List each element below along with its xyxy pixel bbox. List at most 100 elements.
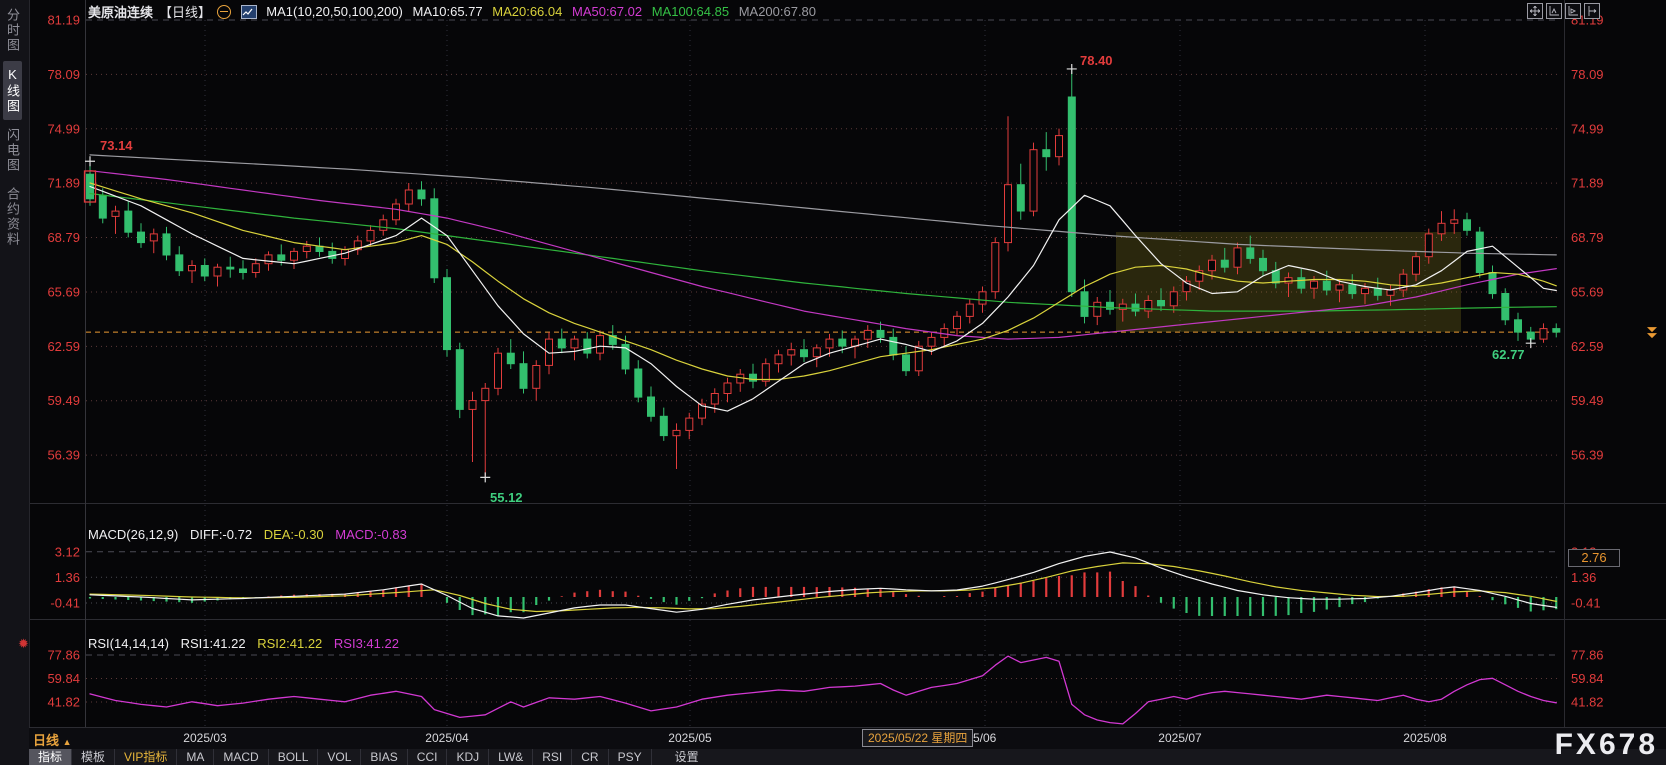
toolbar-item-10[interactable]: LW& [489,749,534,765]
ma-group-label: MA1(10,20,50,100,200) [266,4,403,19]
trading-app-window: 81.19 81.19 78.09 78.09 74.99 74.99 71.89 71.89… [0,0,1666,765]
toolbar-item-6[interactable]: VOL [318,749,362,765]
axis-right-macd-1: 1.36 [1571,570,1596,585]
axis-left-main-6: 62.59 [47,339,80,354]
period-label: 【日线】 [159,5,212,20]
toolbar-item-7[interactable]: BIAS [361,749,408,765]
axis-left-main-8: 56.39 [47,448,80,463]
period-selector[interactable]: 日线 ▲ [33,730,72,749]
axis-left-rsi-0: 77.86 [47,648,80,663]
dropdown-up-icon: ▲ [62,737,72,747]
macd-params: MACD(26,12,9) [88,527,179,542]
axis-left-main-2: 74.99 [47,121,80,136]
cursor-date-badge: 2025/05/22 星期四 [862,729,974,747]
last-low-cross-icon [1525,338,1536,349]
axis-left-rsi-2: 41.82 [47,694,80,709]
axis-left-macd-0: 3.12 [55,544,80,559]
rsi2-value: RSI2:41.22 [257,636,323,651]
axis-right-rsi-1: 59.84 [1571,671,1604,686]
toolbar-item-0[interactable]: 指标 [29,749,73,765]
watermark: FX678 [1554,728,1658,761]
axis-right-rsi-0: 77.86 [1571,648,1604,663]
ma50-value: MA50:67.02 [571,4,643,19]
collapse-icon[interactable] [217,4,232,19]
macd-legend: MACD(26,12,9) DIFF:-0.72 DEA:-0.30 MACD:… [88,527,415,542]
first-high-annotation: 73.14 [100,138,133,153]
axis-left-macd-2: -0.41 [50,595,80,610]
axis-right-main-1: 78.09 [1571,67,1604,82]
zoom-axis-right-icon[interactable] [1565,3,1581,19]
date-label-partial: 5/06 [973,731,997,745]
axis-right-main-5: 65.69 [1571,284,1604,299]
macd-diff-value: DIFF:-0.72 [189,527,253,542]
first-high-cross-icon [85,156,95,167]
rsi3-value: RSI3:41.22 [333,636,399,651]
date-axis-row: 日线 ▲ 2025/05/22 星期四 5/06 2025/03 2025/04 2… [29,727,1666,750]
spike-high-annotation: 78.40 [1080,53,1113,68]
toolbar-item-13[interactable]: PSY [609,749,652,765]
axis-left-main-1: 78.09 [47,67,80,82]
toolbar-item-9[interactable]: KDJ [447,749,490,765]
symbol-title: 美原油连续 [88,5,154,20]
last-price-marker-icon [1647,327,1657,339]
chart-type-icon[interactable] [240,4,257,19]
rsi1-value: RSI1:41.22 [180,636,246,651]
sidebar-tab-3[interactable]: 合约资料 [3,181,22,253]
chart-header: 美原油连续 【日线】 MA1(10,20,50,100,200) MA10:65.… [88,2,822,20]
macd-cursor-value-badge: 2.76 [1568,549,1620,567]
macd-diff-line [89,551,1557,619]
axis-left-main-4: 68.79 [47,230,80,245]
ma200-value: MA200:67.80 [738,4,817,19]
chart-tool-icons [1527,3,1600,19]
axis-right-rsi-2: 41.82 [1571,694,1604,709]
axis-left-main-7: 59.49 [47,393,80,408]
indicator-toolbar: 指标 模板 VIP指标 MA MACD BOLL VOL BIAS CCI KDJ LW& RSI CR… [29,749,1666,765]
ma20-value: MA20:66.04 [492,4,563,19]
sidebar-tab-1[interactable]: K线图 [3,61,22,120]
toolbar-item-1[interactable]: 模板 [72,749,116,765]
toolbar-item-12[interactable]: CR [572,749,609,765]
toolbar-item-5[interactable]: BOLL [269,749,319,765]
sidebar-tab-0[interactable]: 分时图 [3,2,22,59]
sidebar-tab-2[interactable]: 闪电图 [3,122,22,179]
spike-high-cross-icon [1066,63,1077,74]
axis-left-main-3: 71.89 [47,176,80,191]
toolbar-item-11[interactable]: RSI [533,749,573,765]
axis-right-main-6: 62.59 [1571,339,1604,354]
macd-dea-line [89,562,1557,613]
pan-icon[interactable] [1527,3,1543,19]
toolbar-item-4[interactable]: MACD [214,749,269,765]
rsi-line [89,655,1557,725]
macd-dea-value: DEA:-0.30 [263,527,324,542]
crash-low-annotation: 55.12 [490,490,523,505]
toolbar-item-3[interactable]: MA [177,749,215,765]
ma10-value: MA10:65.77 [412,4,483,19]
last-low-annotation: 62.77 [1492,347,1525,362]
toolbar-item-8[interactable]: CCI [408,749,448,765]
shift-right-icon[interactable] [1584,3,1600,19]
axis-right-main-2: 74.99 [1571,121,1604,136]
axis-left-macd-1: 1.36 [55,570,80,585]
axis-right-main-3: 71.89 [1571,176,1604,191]
date-label-2025-05: 2025/05 [668,731,712,745]
date-label-2025-04: 2025/04 [425,731,469,745]
rsi-params: RSI(14,14,14) [88,636,169,651]
crash-low-cross-icon [480,472,491,483]
date-label-2025-08: 2025/08 [1403,731,1447,745]
indicator-settings-icon[interactable]: ✹ [18,636,29,652]
axis-right-main-8: 56.39 [1571,448,1604,463]
axis-left-main-0: 81.19 [47,13,80,28]
axis-right-main-4: 68.79 [1571,230,1604,245]
axis-left-rsi-1: 59.84 [47,671,80,686]
macd-macd-value: MACD:-0.83 [335,527,407,542]
date-label-2025-03: 2025/03 [183,731,227,745]
axis-left-main-5: 65.69 [47,284,80,299]
toolbar-item-2[interactable]: VIP指标 [115,749,178,765]
axis-right-macd-2: -0.41 [1571,595,1601,610]
date-label-2025-07: 2025/07 [1158,731,1202,745]
zoom-axis-left-icon[interactable] [1546,3,1562,19]
toolbar-item-14[interactable]: 设置 [666,749,708,765]
rsi-legend: RSI(14,14,14) RSI1:41.22 RSI2:41.22 RSI3… [88,636,407,651]
axis-right-main-7: 59.49 [1571,393,1604,408]
ma100-value: MA100:64.85 [651,4,730,19]
